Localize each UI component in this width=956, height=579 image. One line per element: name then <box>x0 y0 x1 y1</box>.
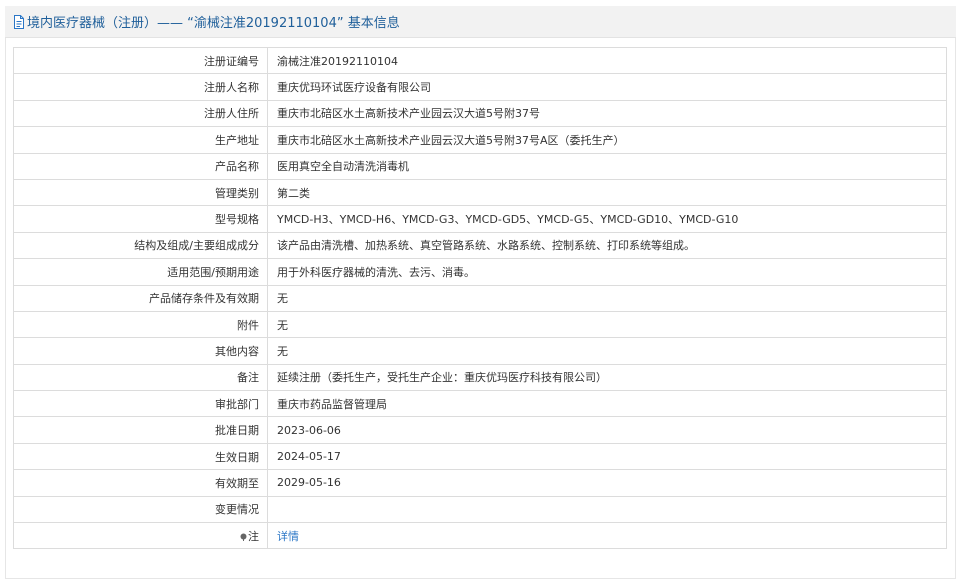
table-row: 生产地址 重庆市北碚区水土高新技术产业园云汉大道5号附37号A区（委托生产） <box>13 126 947 154</box>
row-value: 重庆市北碚区水土高新技术产业园云汉大道5号附37号 <box>267 99 947 128</box>
table-row: 注 详情 <box>13 522 947 550</box>
page-title: 境内医疗器械（注册）—— “渝械注准20192110104” 基本信息 <box>27 16 400 31</box>
table-row: 附件 无 <box>13 310 947 339</box>
row-value: 重庆优玛环试医疗设备有限公司 <box>267 73 947 101</box>
row-value: 2029-05-16 <box>267 469 947 497</box>
table-row: 备注 延续注册（委托生产，受托生产企业：重庆优玛医疗科技有限公司） <box>13 363 947 392</box>
table-row: 产品名称 医用真空全自动清洗消毒机 <box>13 152 947 180</box>
table-row: 结构及组成/主要组成成分 该产品由清洗槽、加热系统、真空管路系统、水路系统、控制… <box>13 231 947 260</box>
page: 境内医疗器械（注册）—— “渝械注准20192110104” 基本信息 注册证编… <box>0 0 956 579</box>
row-label: 注册人住所 <box>13 99 268 128</box>
row-label: 批准日期 <box>13 416 268 444</box>
row-label: 备注 <box>13 363 268 392</box>
row-value: 医用真空全自动清洗消毒机 <box>267 152 947 180</box>
table-row: 注册人名称 重庆优玛环试医疗设备有限公司 <box>13 73 947 101</box>
pin-icon <box>240 531 247 541</box>
row-label: 生产地址 <box>13 126 268 154</box>
table-row: 批准日期 2023-06-06 <box>13 416 947 444</box>
row-label: 注册人名称 <box>13 73 268 101</box>
row-label: 型号规格 <box>13 205 268 233</box>
table-row: 管理类别 第二类 <box>13 178 947 207</box>
detail-panel: 注册证编号 渝械注准20192110104 注册人名称 重庆优玛环试医疗设备有限… <box>5 38 956 579</box>
row-value <box>267 495 947 524</box>
row-label: 结构及组成/主要组成成分 <box>13 231 268 260</box>
table-row: 产品储存条件及有效期 无 <box>13 284 947 312</box>
row-value: 无 <box>267 310 947 339</box>
table-row: 变更情况 <box>13 495 947 524</box>
row-label: 有效期至 <box>13 469 268 497</box>
row-value: 重庆市药品监督管理局 <box>267 390 947 418</box>
row-value: 无 <box>267 284 947 312</box>
details-link[interactable]: 详情 <box>277 530 299 543</box>
row-label: 生效日期 <box>13 442 268 471</box>
table-row: 型号规格 YMCD-H3、YMCD-H6、YMCD-G3、YMCD-GD5、YM… <box>13 205 947 233</box>
table-row: 适用范围/预期用途 用于外科医疗器械的清洗、去污、消毒。 <box>13 258 947 286</box>
row-label: 注册证编号 <box>13 46 268 75</box>
row-value: 无 <box>267 337 947 365</box>
row-value: 渝械注准20192110104 <box>267 46 947 75</box>
detail-table: 注册证编号 渝械注准20192110104 注册人名称 重庆优玛环试医疗设备有限… <box>13 46 947 550</box>
table-row: 注册证编号 渝械注准20192110104 <box>13 46 947 75</box>
row-value: 2023-06-06 <box>267 416 947 444</box>
table-row: 审批部门 重庆市药品监督管理局 <box>13 390 947 418</box>
row-value: YMCD-H3、YMCD-H6、YMCD-G3、YMCD-GD5、YMCD-G5… <box>267 205 947 233</box>
table-row: 注册人住所 重庆市北碚区水土高新技术产业园云汉大道5号附37号 <box>13 99 947 128</box>
note-label-cell: 注 <box>13 522 268 550</box>
row-label: 其他内容 <box>13 337 268 365</box>
table-row: 其他内容 无 <box>13 337 947 365</box>
row-value: 重庆市北碚区水土高新技术产业园云汉大道5号附37号A区（委托生产） <box>267 126 947 154</box>
row-label: 产品储存条件及有效期 <box>13 284 268 312</box>
page-header: 境内医疗器械（注册）—— “渝械注准20192110104” 基本信息 <box>5 6 956 38</box>
row-label: 变更情况 <box>13 495 268 524</box>
row-value: 延续注册（委托生产，受托生产企业：重庆优玛医疗科技有限公司） <box>267 363 947 392</box>
row-label: 管理类别 <box>13 178 268 207</box>
row-value: 2024-05-17 <box>267 442 947 471</box>
row-label: 注 <box>248 529 259 543</box>
row-value: 该产品由清洗槽、加热系统、真空管路系统、水路系统、控制系统、打印系统等组成。 <box>267 231 947 260</box>
row-label: 审批部门 <box>13 390 268 418</box>
row-label: 附件 <box>13 310 268 339</box>
row-label: 适用范围/预期用途 <box>13 258 268 286</box>
document-icon <box>13 14 25 29</box>
table-row: 有效期至 2029-05-16 <box>13 469 947 497</box>
row-value: 详情 <box>267 522 947 550</box>
row-label: 产品名称 <box>13 152 268 180</box>
table-row: 生效日期 2024-05-17 <box>13 442 947 471</box>
row-value: 第二类 <box>267 178 947 207</box>
row-value: 用于外科医疗器械的清洗、去污、消毒。 <box>267 258 947 286</box>
